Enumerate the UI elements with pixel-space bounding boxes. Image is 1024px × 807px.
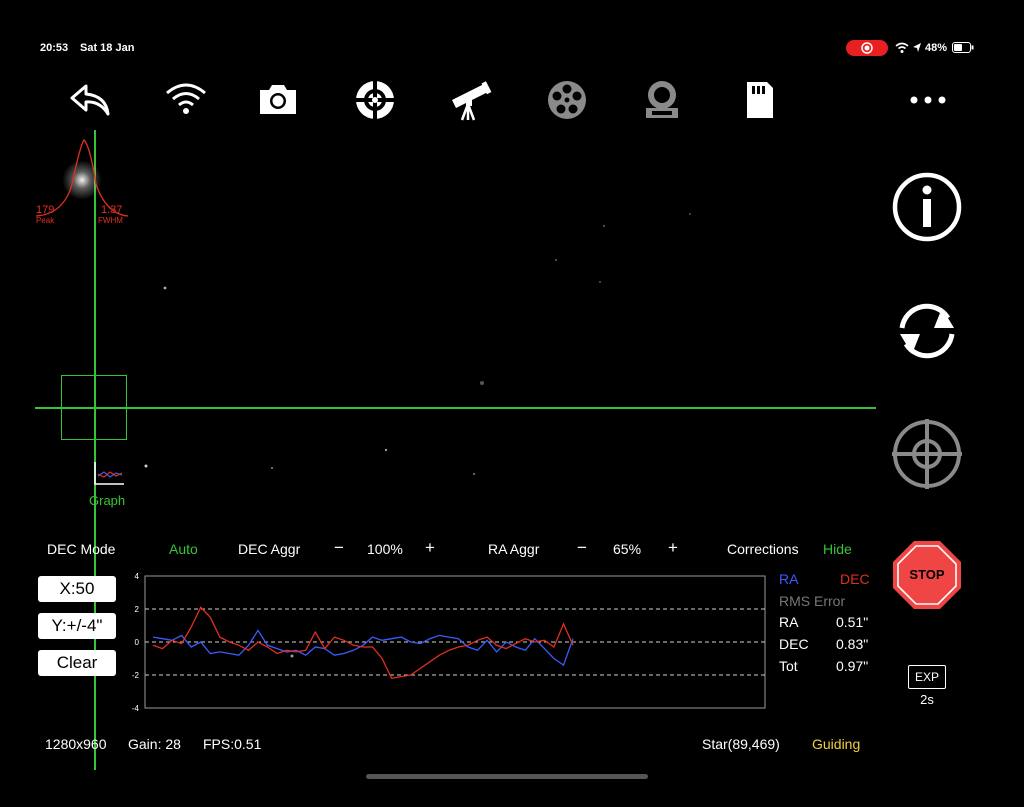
dec-aggr-minus-button[interactable]: − (334, 538, 344, 558)
location-arrow-icon (913, 43, 921, 52)
dec-aggr-label: DEC Aggr (238, 541, 301, 557)
corrections-hide-toggle[interactable]: Hide (823, 541, 852, 557)
storage-button[interactable] (737, 78, 781, 122)
gain: Gain: 28 (128, 736, 181, 752)
camera-icon (260, 85, 296, 114)
rms-dec-label: DEC (779, 636, 809, 652)
graph-icon (94, 462, 124, 485)
battery-icon (952, 42, 974, 53)
y-scale-button[interactable]: Y:+/-4" (38, 613, 116, 639)
peak-label: Peak (36, 216, 55, 225)
dec-mode-value[interactable]: Auto (169, 541, 198, 557)
clear-button[interactable]: Clear (38, 650, 116, 676)
y-tick-label: 0 (135, 638, 140, 647)
focuser-button[interactable] (640, 78, 684, 122)
star-profile: 179 Peak 1.37 FWHM (34, 134, 130, 225)
x-scale-button[interactable]: X:50 (38, 576, 116, 602)
rms-ra-label: RA (779, 614, 799, 630)
dec-aggr-plus-button[interactable]: + (425, 538, 435, 558)
peak-value: 179 (36, 204, 55, 216)
wifi-icon (166, 83, 206, 114)
rms-ra-value: 0.51" (836, 614, 869, 630)
battery-percent: 48% (925, 42, 948, 54)
back-icon (70, 84, 110, 116)
graph-toggle[interactable]: Graph (88, 460, 132, 510)
y-tick-label: 4 (135, 572, 140, 581)
rms-total-value: 0.97" (836, 658, 869, 674)
back-button[interactable] (68, 78, 112, 122)
record-icon (861, 42, 873, 54)
ra-aggr-value: 65% (613, 541, 642, 557)
series-line-dec (152, 606, 574, 680)
corrections-label: Corrections (727, 541, 799, 557)
guide-button[interactable] (353, 78, 397, 122)
status-wifi-icon (895, 42, 909, 53)
fwhm-value: 1.37 (101, 204, 123, 216)
refresh-icon (899, 303, 955, 359)
ra-aggr-plus-button[interactable]: + (668, 538, 678, 558)
y-tick-label: -4 (132, 704, 140, 713)
graph-label: Graph (89, 493, 126, 508)
y-tick-label: -2 (132, 671, 140, 680)
status-date: Sat 18 Jan (80, 42, 135, 54)
guiding-status: Guiding (812, 736, 861, 752)
info-button[interactable] (890, 170, 964, 244)
recording-indicator (846, 40, 888, 56)
home-indicator[interactable] (366, 774, 648, 779)
target-button[interactable] (890, 417, 964, 491)
more-icon (910, 96, 946, 104)
legend-dec: DEC (840, 571, 870, 587)
filter-wheel-button[interactable] (545, 78, 589, 122)
fps: FPS:0.51 (203, 736, 262, 752)
crosshair-target-icon (892, 419, 962, 489)
telescope-icon (452, 81, 492, 121)
legend-ra: RA (779, 571, 799, 587)
camera-button[interactable] (256, 78, 300, 122)
dec-mode-label: DEC Mode (47, 541, 116, 557)
rms-dec-value: 0.83" (836, 636, 869, 652)
dec-aggr-value: 100% (367, 541, 403, 557)
stop-label: STOP (909, 567, 945, 582)
info-icon (892, 172, 962, 242)
filter-wheel-icon (548, 81, 586, 119)
star-position: Star(89,469) (702, 736, 780, 752)
exposure-button[interactable]: EXP (908, 665, 946, 689)
sd-card-icon (747, 82, 773, 118)
guide-target-icon (355, 80, 395, 120)
more-button[interactable] (906, 78, 950, 122)
series-line-ra (152, 629, 574, 667)
refresh-button[interactable] (890, 294, 964, 368)
wifi-button[interactable] (164, 78, 208, 122)
status-time: 20:53 (40, 42, 69, 54)
ra-aggr-label: RA Aggr (488, 541, 540, 557)
y-tick-label: 2 (135, 605, 140, 614)
stop-button[interactable]: STOP (890, 538, 964, 612)
guide-error-chart: 4 2 0 -2 -4 (132, 572, 766, 713)
mount-button[interactable] (448, 78, 492, 122)
rms-error-label: RMS Error (779, 593, 846, 609)
focuser-icon (646, 81, 678, 118)
resolution: 1280x960 (45, 736, 107, 752)
guide-star-box[interactable] (61, 375, 127, 440)
crosshair-horizontal (35, 407, 876, 409)
exposure-value: 2s (920, 692, 934, 707)
ra-aggr-minus-button[interactable]: − (577, 538, 587, 558)
fwhm-label: FWHM (98, 216, 123, 225)
rms-total-label: Tot (779, 658, 798, 674)
